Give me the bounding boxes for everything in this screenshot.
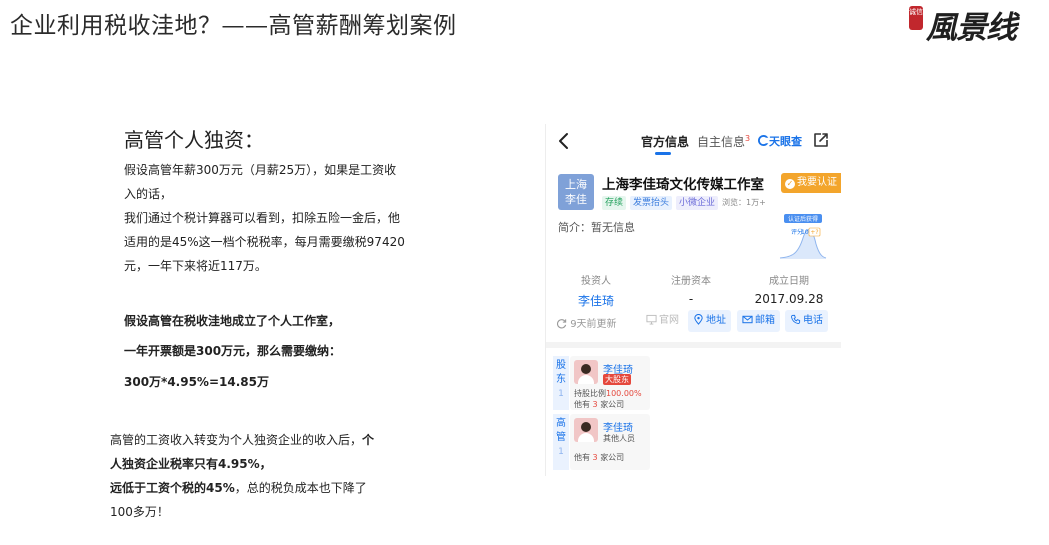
major-shareholder-badge: 大股东 (603, 374, 631, 385)
invoice-amount: 一年开票额是300万元，那么需要缴纳： (124, 344, 342, 358)
refresh-icon[interactable] (556, 318, 567, 329)
section-heading: 高管个人独资： (124, 128, 264, 152)
salary-line-4: 适用的是45%这一档个税税率，每月需要缴税97420 (124, 235, 405, 249)
summary-line-1: 高管的工资收入转变为个人独资企业的收入后，个 (110, 433, 375, 447)
email-button[interactable]: 邮箱 (737, 310, 780, 332)
tab-self-info[interactable]: 自主信息3 (697, 133, 750, 150)
phone-button[interactable]: 电话 (785, 310, 828, 332)
executive-role: 其他人员 (603, 434, 635, 443)
tab-self-badge: 3 (745, 134, 751, 143)
tab-official-info[interactable]: 官方信息 (641, 133, 689, 150)
mail-icon (742, 315, 753, 324)
phone-nav-bar: 官方信息 自主信息3 天眼查 (546, 124, 841, 158)
section-divider (546, 342, 841, 348)
back-arrow-icon[interactable] (556, 132, 572, 150)
company-name: 上海李佳琦文化传媒工作室 (602, 177, 764, 193)
tag-invoice[interactable]: 发票抬头 (630, 196, 673, 210)
side-tab-shareholders[interactable]: 股 东 1 (553, 356, 569, 410)
shareholder-avatar (574, 360, 598, 384)
salary-line-2: 入的话， (124, 187, 173, 201)
chart-score-plus: +? (810, 229, 818, 236)
slide-title: 企业利用税收洼地？——高管薪酬筹划案例 (10, 13, 457, 39)
view-count: 浏览：1万+ (722, 198, 766, 207)
shareholder-card[interactable]: 李佳琦 大股东 持股比例100.00% 他有 3 家公司 (570, 356, 650, 410)
summary-line-2: 人独资企业税率只有4.95%， (110, 457, 272, 471)
executive-name[interactable]: 李佳琦 (603, 419, 633, 434)
salary-line-5: 元，一年下来将近117万。 (124, 259, 267, 273)
website-button[interactable]: 官网 (641, 310, 684, 332)
monitor-icon (646, 314, 657, 325)
share-icon[interactable] (812, 131, 830, 149)
salary-line-3: 我们通过个税计算器可以看到，扣除五险一金后，他 (124, 211, 401, 225)
location-pin-icon (694, 313, 703, 325)
tag-status: 存续 (602, 196, 627, 210)
company-intro: 简介：暂无信息 (558, 221, 635, 234)
executive-companies: 他有 3 家公司 (574, 453, 625, 462)
chart-badge-text: 认证后获得 (788, 215, 818, 223)
stat-registered-capital: 注册资本 - (671, 276, 711, 306)
studio-assumption: 假设高管在税收洼地成立了个人工作室， (124, 314, 341, 328)
logo-text: 風景线 (926, 10, 1017, 46)
tianyancha-brand: 天眼查 (758, 133, 802, 149)
shareholding-ratio: 持股比例100.00% (574, 389, 642, 398)
company-info-screenshot: 官方信息 自主信息3 天眼查 上海 李佳 上海李佳琦文化传媒工作室 ✓ 我要认证 … (545, 124, 841, 476)
stat-founding-date: 成立日期 2017.09.28 (754, 276, 824, 306)
phone-icon (791, 314, 801, 324)
shareholder-companies: 他有 3 家公司 (574, 400, 625, 409)
executive-card[interactable]: 李佳琦 其他人员 他有 3 家公司 (570, 414, 650, 470)
company-tags: 存续 发票抬头 小微企业 浏览：1万+ (602, 196, 766, 210)
update-info: 9天前更新 (556, 315, 617, 330)
tianyancha-logo-icon (758, 135, 769, 146)
company-logo: 上海 李佳 (558, 174, 594, 210)
investor-link[interactable]: 李佳琦 (551, 292, 641, 309)
side-tab-executives[interactable]: 高 管 1 (553, 414, 569, 470)
summary-line-4: 100多万！ (110, 505, 169, 519)
brand-logo: 诚信 風景线 (906, 2, 1036, 46)
logo-seal: 诚信 (909, 6, 923, 30)
chart-score-value: 10 (801, 229, 809, 236)
address-button[interactable]: 地址 (688, 310, 731, 332)
salary-explanation: 假设高管年薪300万元（月薪25万），如果是工资收 入的话， 我们通过个税计算器… (124, 158, 405, 278)
verify-button[interactable]: ✓ 我要认证 (781, 173, 841, 193)
summary-text: 高管的工资收入转变为个人独资企业的收入后，个 人独资企业税率只有4.95%， 远… (110, 428, 374, 524)
score-mini-chart: 认证后获得 评分 10 +? (779, 214, 827, 259)
stat-investor: 投资人 李佳琦 (551, 272, 641, 309)
active-tab-indicator (655, 152, 671, 155)
salary-line-1: 假设高管年薪300万元（月薪25万），如果是工资收 (124, 163, 397, 177)
summary-line-3: 远低于工资个税的45%，总的税负成本也下降了 (110, 481, 367, 495)
tax-formula: 300万*4.95%=14.85万 (124, 375, 269, 389)
executive-avatar (574, 418, 598, 442)
check-icon: ✓ (785, 179, 795, 189)
tag-size: 小微企业 (676, 196, 719, 210)
